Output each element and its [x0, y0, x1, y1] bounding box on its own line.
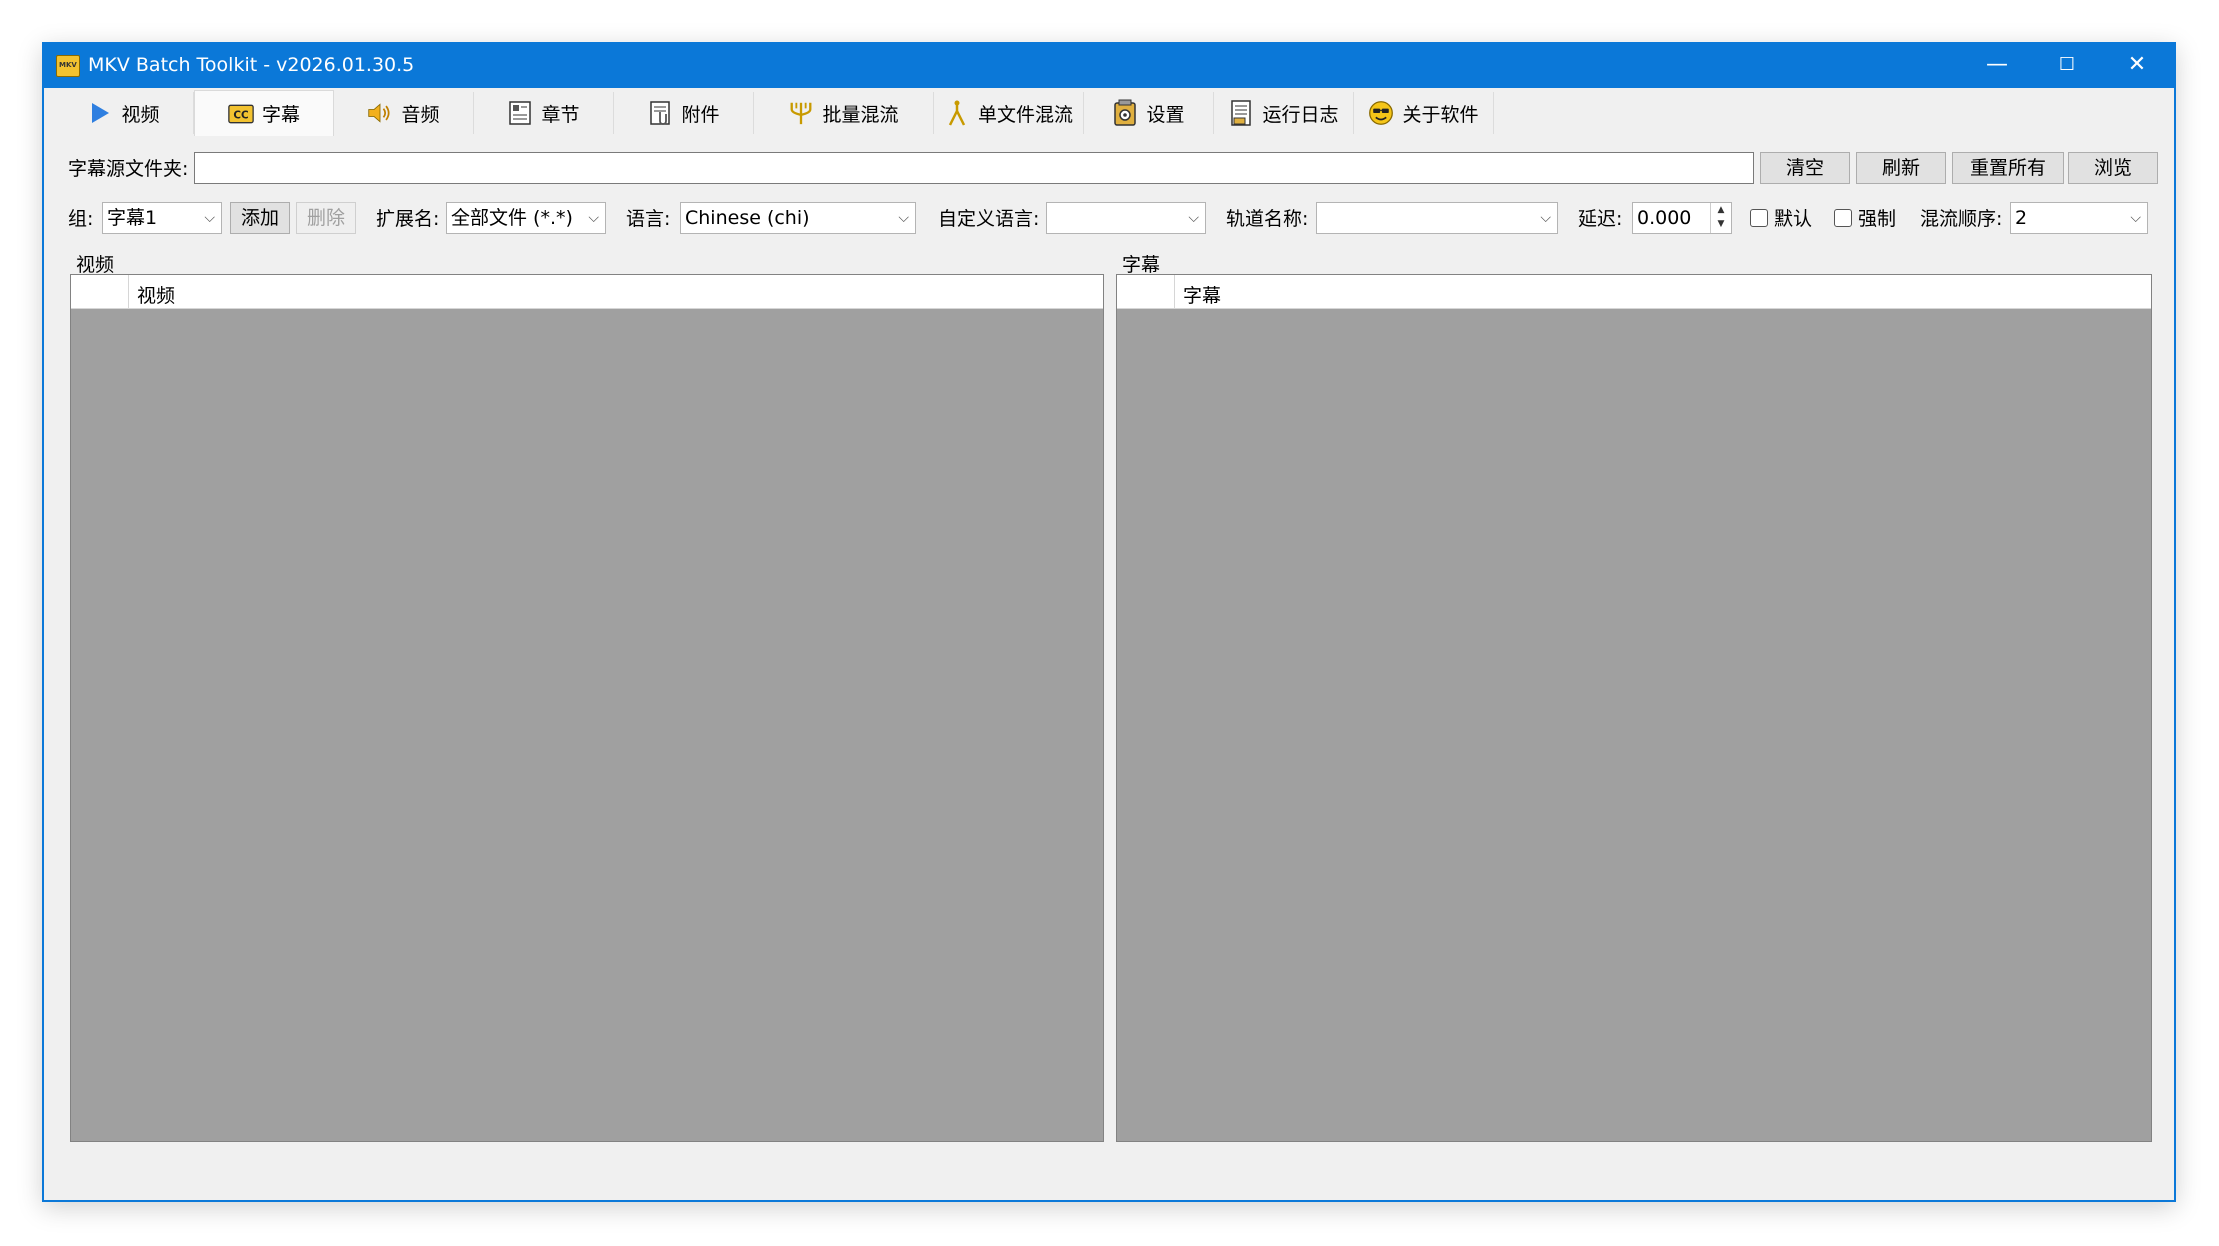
tab-batch-merge[interactable]: 批量混流 [754, 92, 934, 134]
tab-label: 设置 [1146, 103, 1185, 126]
custom-language-select[interactable]: ⌵ [1046, 202, 1206, 234]
tab-label: 单文件混流 [977, 103, 1073, 126]
play-icon [87, 100, 113, 126]
main-window: MKV MKV Batch Toolkit - v2026.01.30.5 — … [42, 42, 2176, 1202]
video-list[interactable]: 视频 [70, 274, 1104, 1142]
tab-about[interactable]: 关于软件 [1354, 92, 1494, 134]
chevron-down-icon: ⌵ [1188, 210, 1199, 226]
tab-label: 章节 [541, 103, 580, 126]
video-list-header: 视频 [71, 275, 1103, 309]
forced-checkbox[interactable] [1834, 209, 1852, 227]
svg-text:CC: CC [233, 109, 248, 121]
spin-arrows-icon[interactable]: ▲ ▼ [1710, 203, 1731, 233]
tab-single-merge[interactable]: 单文件混流 [934, 92, 1084, 134]
title-bar[interactable]: MKV MKV Batch Toolkit - v2026.01.30.5 — … [44, 44, 2174, 88]
group-label: 组: [68, 208, 94, 230]
delete-button[interactable]: 删除 [296, 202, 356, 234]
column-header-subtitle[interactable]: 字幕 [1183, 281, 1221, 308]
extension-label: 扩展名: [376, 208, 440, 230]
delay-spinbox[interactable]: 0.000 ▲ ▼ [1632, 202, 1732, 234]
video-panel-title: 视频 [76, 254, 115, 276]
single-merge-icon [944, 100, 970, 126]
tab-label: 关于软件 [1402, 103, 1479, 126]
reset-all-button[interactable]: 重置所有 [1952, 152, 2064, 184]
attachment-icon [647, 100, 673, 126]
tab-label: 批量混流 [822, 103, 899, 126]
tab-chapter[interactable]: 章节 [474, 92, 614, 134]
window-title: MKV Batch Toolkit - v2026.01.30.5 [88, 54, 415, 76]
subtitle-panel-title: 字幕 [1122, 254, 1161, 276]
log-icon [1228, 100, 1254, 126]
browse-button[interactable]: 浏览 [2068, 152, 2158, 184]
add-button[interactable]: 添加 [230, 202, 290, 234]
default-checkbox[interactable] [1750, 209, 1768, 227]
chevron-down-icon: ⌵ [204, 210, 215, 226]
tab-log[interactable]: 运行日志 [1214, 92, 1354, 134]
subtitle-list-header: 字幕 [1117, 275, 2151, 309]
merge-order-label: 混流顺序: [1920, 208, 2003, 230]
column-header-index[interactable] [71, 275, 129, 308]
tab-label: 字幕 [261, 104, 300, 126]
clear-button[interactable]: 清空 [1760, 152, 1850, 184]
settings-icon [1112, 99, 1138, 126]
language-label: 语言: [626, 208, 671, 230]
track-name-label: 轨道名称: [1226, 208, 1309, 230]
tab-label: 运行日志 [1262, 103, 1339, 126]
tab-settings[interactable]: 设置 [1084, 92, 1214, 134]
cc-icon: CC [228, 101, 254, 127]
delay-label: 延迟: [1578, 208, 1623, 230]
subtitle-list[interactable]: 字幕 [1116, 274, 2152, 1142]
column-header-index[interactable] [1117, 275, 1175, 308]
forced-label: 强制 [1858, 208, 1897, 230]
refresh-button[interactable]: 刷新 [1856, 152, 1946, 184]
source-folder-input[interactable] [194, 152, 1754, 184]
tab-audio[interactable]: 音频 [334, 92, 474, 134]
batch-merge-icon [788, 100, 814, 126]
tab-video[interactable]: 视频 [54, 92, 194, 134]
speaker-icon [367, 100, 393, 126]
tab-attachment[interactable]: 附件 [614, 92, 754, 134]
tab-bar: 视频 CC 字幕 音频 章节 附件 批量混流 单文件混流 设置 运行日志 关于软… [44, 88, 2174, 138]
chevron-down-icon: ⌵ [2130, 210, 2141, 226]
app-icon: MKV [56, 55, 80, 77]
extension-select[interactable]: 全部文件 (*.*) ⌵ [446, 202, 606, 234]
default-label: 默认 [1774, 208, 1813, 230]
chevron-down-icon: ⌵ [898, 210, 909, 226]
track-name-select[interactable]: ⌵ [1316, 202, 1558, 234]
minimize-button[interactable]: — [1962, 44, 2032, 88]
chevron-down-icon: ⌵ [588, 210, 599, 226]
close-button[interactable]: ✕ [2102, 44, 2172, 88]
tab-label: 视频 [121, 103, 160, 126]
custom-language-label: 自定义语言: [938, 208, 1040, 230]
chevron-down-icon: ⌵ [1540, 210, 1551, 226]
tab-subtitle[interactable]: CC 字幕 [194, 90, 334, 136]
maximize-button[interactable]: ☐ [2032, 44, 2102, 88]
merge-order-select[interactable]: 2 ⌵ [2010, 202, 2148, 234]
chapter-icon [507, 100, 533, 126]
tab-label: 附件 [681, 103, 720, 126]
tab-label: 音频 [401, 103, 440, 126]
about-icon [1368, 100, 1394, 126]
source-folder-label: 字幕源文件夹: [68, 158, 189, 180]
group-select[interactable]: 字幕1 ⌵ [102, 202, 222, 234]
language-select[interactable]: Chinese (chi) ⌵ [680, 202, 916, 234]
column-header-video[interactable]: 视频 [137, 281, 175, 308]
